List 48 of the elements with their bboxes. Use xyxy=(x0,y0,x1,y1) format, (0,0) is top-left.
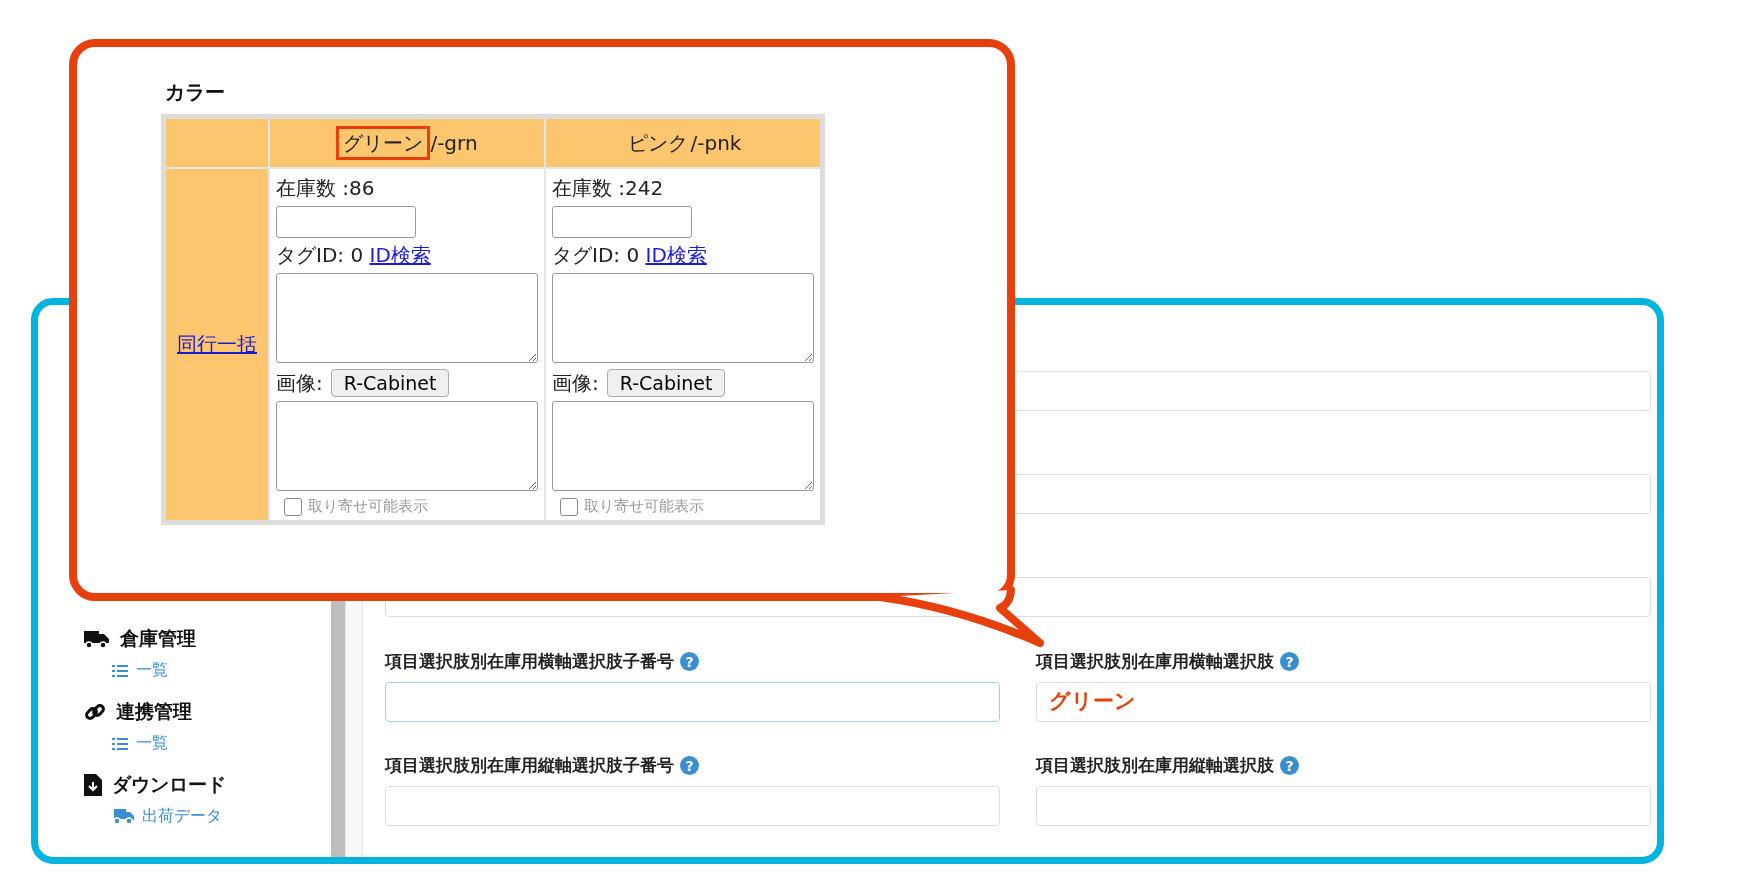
r-cabinet-button[interactable]: R-Cabinet xyxy=(330,369,450,397)
id-search-link[interactable]: ID検索 xyxy=(369,243,431,267)
text-area[interactable] xyxy=(276,273,538,363)
tag-id: タグID: 0 xyxy=(552,243,640,267)
input-field[interactable]: グリーン xyxy=(1036,682,1651,722)
help-icon[interactable]: ? xyxy=(680,652,699,671)
input-field[interactable] xyxy=(385,682,1000,722)
help-icon[interactable]: ? xyxy=(1280,652,1299,671)
text-area[interactable] xyxy=(276,401,538,491)
link-icon xyxy=(84,701,106,723)
truck-icon xyxy=(112,808,134,825)
sidebar-link[interactable]: 一覧 xyxy=(112,660,329,681)
input-field[interactable] xyxy=(552,206,692,238)
checkbox[interactable] xyxy=(284,497,302,516)
sidebar-link[interactable]: 一覧 xyxy=(112,733,329,754)
checkbox-label: 取り寄せ可能表示 xyxy=(584,497,704,516)
field-label: 項目選択肢別在庫用横軸選択肢子番号 xyxy=(385,650,674,673)
text-area[interactable] xyxy=(552,273,814,363)
stock-count: 在庫数 :86 xyxy=(276,175,376,202)
file-download-icon xyxy=(84,774,102,796)
sidebar-heading: 連携管理 xyxy=(116,699,192,724)
input-field[interactable] xyxy=(276,206,416,238)
image-label: 画像: xyxy=(276,369,323,397)
field-label: 項目選択肢別在庫用縦軸選択肢子番号 xyxy=(385,754,674,777)
checkbox-label: 取り寄せ可能表示 xyxy=(308,497,428,516)
stock-count: 在庫数 :242 xyxy=(552,175,665,202)
help-icon[interactable]: ? xyxy=(1280,756,1299,775)
column-code: /-pnk xyxy=(690,130,742,155)
sidebar-link[interactable]: 出荷データ xyxy=(112,806,329,827)
column-code: /-grn xyxy=(430,130,478,155)
sidebar-heading: 倉庫管理 xyxy=(120,626,196,651)
checkbox[interactable] xyxy=(560,497,578,516)
help-icon[interactable]: ? xyxy=(680,756,699,775)
tag-id: タグID: 0 xyxy=(276,243,364,267)
highlighted-text: グリーン xyxy=(336,125,431,160)
truck-icon xyxy=(84,629,110,649)
list-icon xyxy=(112,736,128,751)
r-cabinet-button[interactable]: R-Cabinet xyxy=(606,369,726,397)
column-name: ピンク xyxy=(626,129,689,157)
sidebar-heading: ダウンロード xyxy=(112,772,226,797)
image-label: 画像: xyxy=(552,369,599,397)
row-bulk-link[interactable]: 同行一括 xyxy=(177,332,257,356)
list-icon xyxy=(112,663,128,678)
field-label: 項目選択肢別在庫用横軸選択肢 xyxy=(1036,650,1274,673)
id-search-link[interactable]: ID検索 xyxy=(645,243,707,267)
text-area[interactable] xyxy=(552,401,814,491)
field-label: 項目選択肢別在庫用縦軸選択肢 xyxy=(1036,754,1274,777)
section-title: カラー xyxy=(165,79,226,106)
